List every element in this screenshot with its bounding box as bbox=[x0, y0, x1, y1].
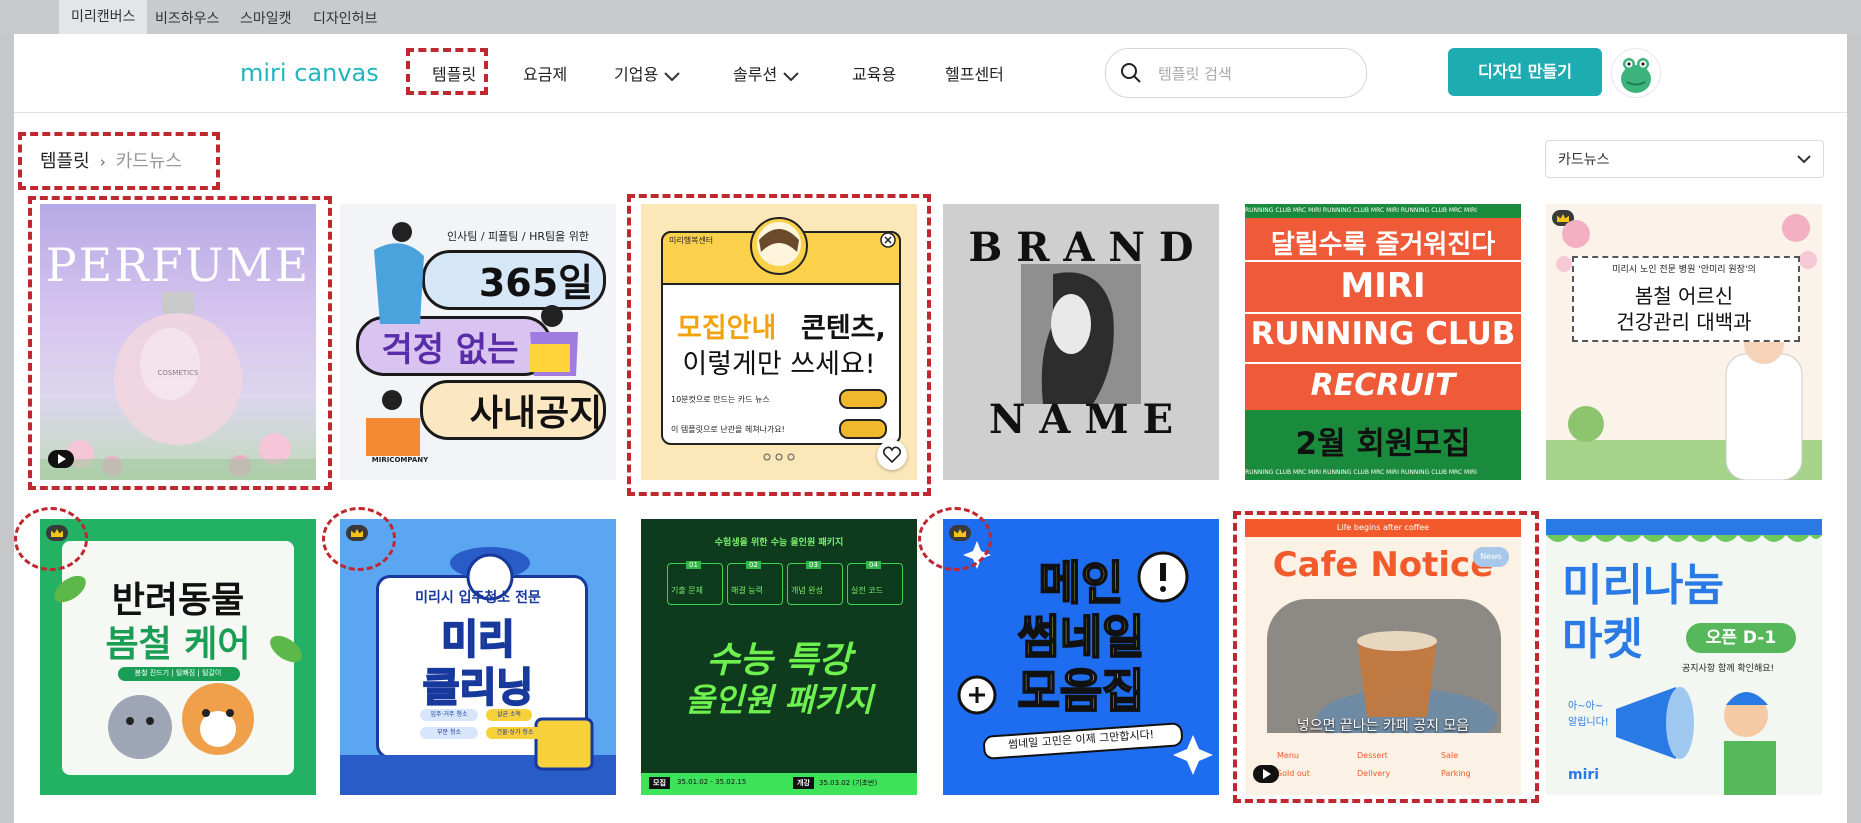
card-title-2: 마켓 bbox=[1562, 614, 1643, 665]
template-card-market[interactable]: 미리나눔 마켓 오픈 D-1 공지사항 함께 확인해요! 아~아~ 알립니다! … bbox=[1546, 519, 1822, 795]
card-title-2: N A M E bbox=[988, 396, 1174, 443]
nav-business[interactable]: 기업용 bbox=[614, 61, 680, 85]
category-select-value: 카드뉴스 bbox=[1558, 152, 1610, 168]
cherry-blossom-illustration bbox=[1546, 214, 1822, 480]
open-dates: 35.03.02 (기초반) bbox=[819, 779, 878, 787]
tag-4: 건물·상가 청소 bbox=[486, 727, 544, 739]
step-label-4: 실전 코드 bbox=[851, 586, 883, 595]
highlight-card-recruit-content bbox=[627, 194, 931, 496]
highlight-templates-nav bbox=[406, 48, 488, 95]
template-card-pet-care[interactable]: 반려동물 봄철 케어 봄철 진드기 | 털빠짐 | 털갈이 bbox=[40, 519, 316, 795]
site-link-designhub[interactable]: 디자인허브 bbox=[313, 8, 377, 28]
nav-solutions-label: 솔루션 bbox=[733, 65, 778, 84]
company-label: MIRICOMPANY bbox=[371, 456, 429, 464]
highlight-crown-thumbnail bbox=[918, 507, 992, 571]
card-title-2: 올인원 패키지 bbox=[685, 681, 873, 719]
card-title-2: 클리닝 bbox=[422, 664, 534, 712]
office-people-illustration bbox=[366, 222, 578, 456]
step-label-1: 기출 문제 bbox=[671, 586, 703, 595]
template-card-thumbnail[interactable]: 메인 썸네일 모음집 썸네일 고민은 이제 그만합시다! bbox=[943, 519, 1219, 795]
step-label-2: 해결 능력 bbox=[731, 586, 763, 595]
callout-1: 아~아~ bbox=[1568, 701, 1604, 712]
template-card-brand-name[interactable]: B R A N D N A M E bbox=[943, 204, 1219, 480]
template-card-senior-health[interactable]: 미리시 노인 전문 병원 '안미리 원장'의 봄철 어르신 건강관리 대백과 bbox=[1546, 204, 1822, 480]
card-title-5: 2월 회원모집 bbox=[1295, 426, 1471, 462]
card-subtitle: 미리시 노인 전문 병원 '안미리 원장'의 bbox=[1612, 265, 1756, 275]
site-link-bizhows[interactable]: 비즈하우스 bbox=[155, 8, 219, 28]
header: miri canvas 템플릿 요금제 기업용 솔루션 교육용 헬프센터 디자인… bbox=[14, 34, 1847, 113]
card-title-2: 건강관리 대백과 bbox=[1616, 310, 1752, 334]
site-link-smilecat[interactable]: 스마일캣 bbox=[240, 8, 292, 28]
recruit-dates: 35.01.02 - 35.02.15 bbox=[677, 778, 747, 786]
avatar[interactable] bbox=[1611, 48, 1661, 98]
nav-help-center[interactable]: 헬프센터 bbox=[945, 61, 1004, 85]
step-03: 03 bbox=[806, 561, 821, 569]
brand-mark: miri bbox=[1568, 767, 1600, 783]
step-label-3: 개념 완성 bbox=[791, 586, 823, 595]
create-design-button[interactable]: 디자인 만들기 bbox=[1448, 48, 1602, 96]
highlight-crown-pet-care bbox=[14, 507, 88, 571]
nav-business-label: 기업용 bbox=[614, 65, 659, 84]
logo-text: miri canvas bbox=[240, 59, 379, 87]
cat-and-dog-illustration bbox=[54, 575, 302, 759]
highlight-crown-cleaning bbox=[322, 507, 396, 571]
card-title-2: MIRI bbox=[1340, 266, 1426, 306]
site-link-miricanvas[interactable]: 미리캔버스 bbox=[59, 0, 148, 34]
category-select[interactable]: 카드뉴스 bbox=[1545, 140, 1824, 178]
tag-2: 살균 소독 bbox=[486, 709, 532, 721]
search-icon bbox=[1121, 63, 1141, 83]
card-title-4: RECRUIT bbox=[1310, 368, 1456, 403]
top-site-bar: 미리캔버스 비즈하우스 스마일캣 디자인허브 bbox=[0, 0, 1861, 34]
highlight-breadcrumb bbox=[18, 132, 220, 190]
template-card-running-club[interactable]: RUNNING CLUB MRC MIRI RUNNING CLUB MRC M… bbox=[1245, 204, 1521, 480]
ticker-top: RUNNING CLUB MRC MIRI RUNNING CLUB MRC M… bbox=[1245, 204, 1521, 218]
step-04: 04 bbox=[866, 561, 881, 569]
chevron-down-icon bbox=[783, 71, 799, 81]
tag-1: 입주·거주 청소 bbox=[420, 709, 478, 721]
nav-pricing[interactable]: 요금제 bbox=[523, 61, 567, 85]
open-label: 개강 bbox=[793, 777, 814, 789]
card-subtitle: 공지사항 함께 확인해요! bbox=[1682, 664, 1775, 674]
nav-solutions[interactable]: 솔루션 bbox=[733, 61, 799, 85]
template-search[interactable] bbox=[1105, 48, 1367, 98]
step-02: 02 bbox=[746, 561, 761, 569]
card-title: 달릴수록 즐거워진다 bbox=[1270, 230, 1496, 260]
highlight-card-cafe bbox=[1233, 511, 1539, 803]
open-badge: 오픈 D-1 bbox=[1686, 623, 1796, 653]
crocodile-avatar-icon bbox=[1621, 58, 1651, 93]
miricanvas-logo[interactable]: miri canvas bbox=[240, 54, 405, 90]
card-subtitle: 미리시 입주청소 전문 bbox=[415, 590, 541, 606]
highlight-card-perfume bbox=[28, 196, 332, 490]
template-card-suneung[interactable]: 수험생을 위한 수능 올인원 패키지 01 02 03 04 기출 문제 해결 … bbox=[641, 519, 917, 795]
callout-2: 알립니다! bbox=[1568, 717, 1609, 728]
card-subtitle: 수험생을 위한 수능 올인원 패키지 bbox=[714, 538, 844, 548]
chevron-down-icon bbox=[1797, 155, 1811, 164]
nav-education[interactable]: 교육용 bbox=[852, 61, 896, 85]
recruit-label: 모집 bbox=[649, 777, 670, 789]
ticker-bottom: RUNNING CLUB MRC MIRI RUNNING CLUB MRC M… bbox=[1245, 466, 1521, 480]
chevron-down-icon bbox=[664, 71, 680, 81]
card-title: 봄철 어르신 bbox=[1634, 284, 1734, 308]
card-title-3: RUNNING CLUB bbox=[1250, 316, 1516, 352]
card-title-3: 모음집 bbox=[1017, 663, 1146, 719]
tag-3: 부분 청소 bbox=[420, 727, 478, 739]
template-card-notice365[interactable]: 인사팀 / 피플팀 / HR팀을 위한 365일 걱정 없는 사내공지 MIRI… bbox=[340, 204, 616, 480]
step-01: 01 bbox=[686, 561, 701, 569]
search-input[interactable] bbox=[1156, 61, 1355, 87]
